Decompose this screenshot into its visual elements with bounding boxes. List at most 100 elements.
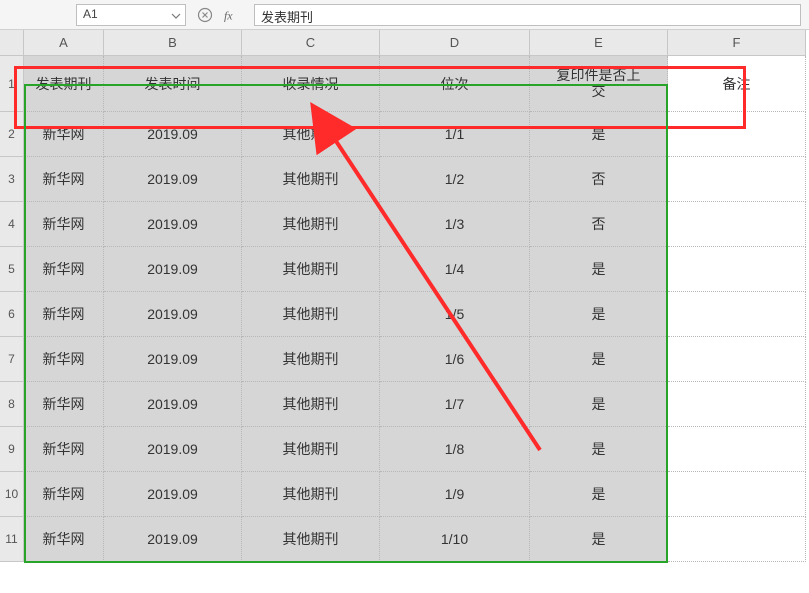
cell[interactable]: 其他期刊	[242, 382, 380, 427]
row-header-6[interactable]: 6	[0, 292, 24, 337]
cancel-icon[interactable]	[194, 4, 216, 26]
cell[interactable]: 否	[530, 157, 668, 202]
cell[interactable]: 2019.09	[104, 247, 242, 292]
cell-grid[interactable]: 发表期刊发表时间收录情况位次复印件是否上交备注新华网2019.09其他期刊1/1…	[24, 56, 806, 562]
cell[interactable]: 其他期刊	[242, 337, 380, 382]
cell[interactable]: 其他期刊	[242, 202, 380, 247]
table-row: 新华网2019.09其他期刊1/3否	[24, 202, 806, 247]
table-row: 新华网2019.09其他期刊1/10是	[24, 517, 806, 562]
cell[interactable]: 是	[530, 517, 668, 562]
cell[interactable]: 是	[530, 337, 668, 382]
cell-value: 2019.09	[147, 306, 198, 322]
cell[interactable]	[668, 382, 806, 427]
column-header-A[interactable]: A	[24, 30, 104, 55]
cell[interactable]: 新华网	[24, 472, 104, 517]
cell[interactable]: 1/7	[380, 382, 530, 427]
row-headers[interactable]: 1234567891011	[0, 56, 24, 562]
cell[interactable]: 1/5	[380, 292, 530, 337]
cell[interactable]	[668, 292, 806, 337]
cell[interactable]: 其他期刊	[242, 157, 380, 202]
cell[interactable]: 收录情况	[242, 56, 380, 112]
select-all-corner[interactable]	[0, 30, 24, 56]
cell[interactable]: 1/9	[380, 472, 530, 517]
row-header-10[interactable]: 10	[0, 472, 24, 517]
row-header-11[interactable]: 11	[0, 517, 24, 562]
row-header-2[interactable]: 2	[0, 112, 24, 157]
cell[interactable]: 复印件是否上交	[530, 56, 668, 112]
column-header-F[interactable]: F	[668, 30, 806, 55]
row-header-1[interactable]: 1	[0, 56, 24, 112]
cell[interactable]: 新华网	[24, 382, 104, 427]
row-header-3[interactable]: 3	[0, 157, 24, 202]
cell[interactable]: 2019.09	[104, 337, 242, 382]
cell[interactable]: 发表时间	[104, 56, 242, 112]
cell[interactable]	[668, 472, 806, 517]
cell-value: 1/9	[445, 486, 464, 502]
cell[interactable]: 2019.09	[104, 472, 242, 517]
column-header-C[interactable]: C	[242, 30, 380, 55]
cell[interactable]: 2019.09	[104, 382, 242, 427]
cell[interactable]: 新华网	[24, 337, 104, 382]
cell[interactable]: 1/3	[380, 202, 530, 247]
cell[interactable]: 其他期刊	[242, 517, 380, 562]
cell[interactable]: 位次	[380, 56, 530, 112]
cell[interactable]: 其他期刊	[242, 427, 380, 472]
row-header-9[interactable]: 9	[0, 427, 24, 472]
cell[interactable]: 1/10	[380, 517, 530, 562]
cell[interactable]	[668, 247, 806, 292]
cell[interactable]: 1/2	[380, 157, 530, 202]
cell[interactable]: 发表期刊	[24, 56, 104, 112]
column-headers[interactable]: ABCDEF	[24, 30, 806, 56]
cell[interactable]	[668, 157, 806, 202]
cell[interactable]: 其他期刊	[242, 247, 380, 292]
cell[interactable]: 2019.09	[104, 292, 242, 337]
cell[interactable]: 是	[530, 112, 668, 157]
row-header-5[interactable]: 5	[0, 247, 24, 292]
cell[interactable]: 新华网	[24, 202, 104, 247]
cell[interactable]: 1/4	[380, 247, 530, 292]
cell[interactable]: 新华网	[24, 112, 104, 157]
cell[interactable]: 新华网	[24, 427, 104, 472]
column-header-B[interactable]: B	[104, 30, 242, 55]
row-header-4[interactable]: 4	[0, 202, 24, 247]
cell[interactable]: 新华网	[24, 517, 104, 562]
cell[interactable]: 其他期刊	[242, 292, 380, 337]
cell[interactable]: 是	[530, 472, 668, 517]
cell[interactable]	[668, 112, 806, 157]
cell[interactable]: 2019.09	[104, 157, 242, 202]
row-header-7[interactable]: 7	[0, 337, 24, 382]
cell[interactable]: 是	[530, 247, 668, 292]
chevron-down-icon[interactable]	[171, 10, 181, 20]
cell[interactable]: 是	[530, 427, 668, 472]
fx-icon[interactable]: fx	[224, 4, 246, 26]
cell[interactable]: 新华网	[24, 247, 104, 292]
column-header-E[interactable]: E	[530, 30, 668, 55]
cell-value: 2019.09	[147, 171, 198, 187]
row-header-8[interactable]: 8	[0, 382, 24, 427]
cell[interactable]: 1/6	[380, 337, 530, 382]
cell-value: 2019.09	[147, 441, 198, 457]
cell[interactable]: 2019.09	[104, 112, 242, 157]
cell[interactable]	[668, 517, 806, 562]
cell[interactable]: 1/8	[380, 427, 530, 472]
cell[interactable]: 2019.09	[104, 517, 242, 562]
cell[interactable]: 2019.09	[104, 202, 242, 247]
formula-input[interactable]: 发表期刊	[254, 4, 801, 26]
name-box[interactable]: A1	[76, 4, 186, 26]
cell[interactable]: 新华网	[24, 292, 104, 337]
cell[interactable]: 是	[530, 292, 668, 337]
cell[interactable]	[668, 337, 806, 382]
cell[interactable]: 是	[530, 382, 668, 427]
cell-value: 是	[592, 124, 606, 144]
cell[interactable]: 1/1	[380, 112, 530, 157]
column-header-D[interactable]: D	[380, 30, 530, 55]
cell[interactable]: 2019.09	[104, 427, 242, 472]
cell[interactable]	[668, 427, 806, 472]
cell[interactable]: 否	[530, 202, 668, 247]
cell[interactable]: 备注	[668, 56, 806, 112]
cell[interactable]: 新华网	[24, 157, 104, 202]
cell[interactable]: 其他期刊	[242, 472, 380, 517]
cell-value: 2019.09	[147, 126, 198, 142]
cell[interactable]: 其他期刊	[242, 112, 380, 157]
cell[interactable]	[668, 202, 806, 247]
